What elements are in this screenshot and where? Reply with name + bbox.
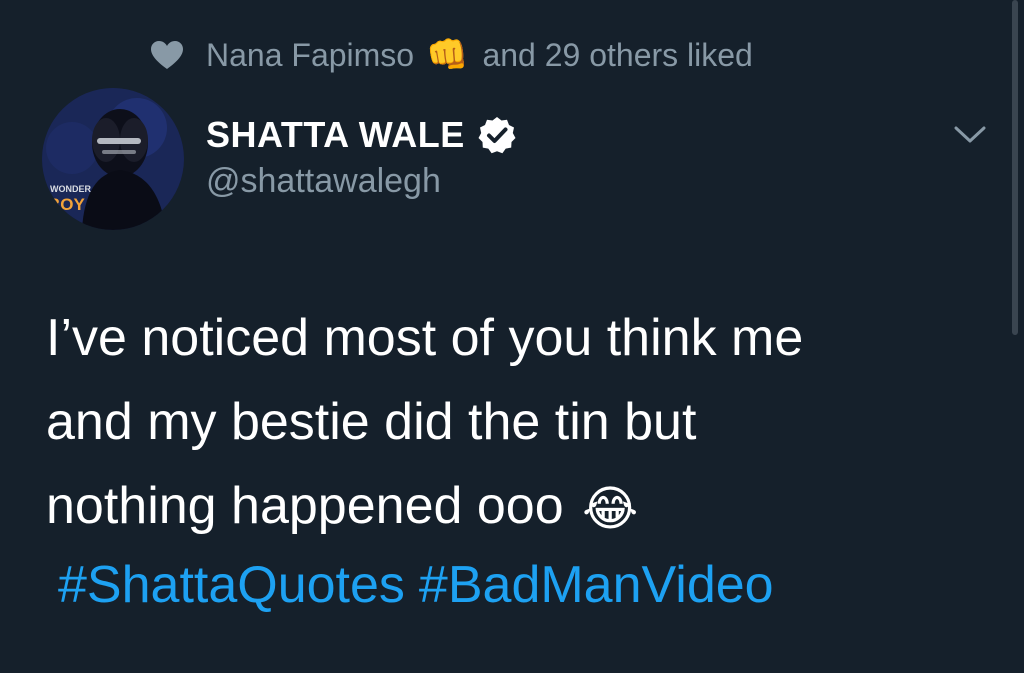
chevron-down-icon[interactable] (950, 118, 990, 150)
avatar[interactable]: WONDER BOY (42, 88, 184, 230)
social-context[interactable]: Nana Fapimso 👊 and 29 others liked (150, 30, 753, 80)
tweet-line-3-text: nothing happened ooo (46, 477, 564, 535)
author-name-row[interactable]: SHATTA WALE (206, 110, 517, 160)
tweet-card[interactable]: Nana Fapimso 👊 and 29 others liked WONDE… (0, 0, 1024, 673)
avatar-text-2: BOY (48, 195, 86, 214)
verified-badge-icon (478, 117, 516, 154)
author-name[interactable]: SHATTA WALE (206, 114, 465, 156)
fist-emoji: 👊 (426, 36, 469, 74)
tweet-line-2: and my bestie did the tin but (46, 393, 697, 451)
author-handle[interactable]: @shattawalegh (206, 162, 441, 201)
likes-suffix: and 29 others liked (482, 36, 753, 73)
tweet-line-1: I’ve noticed most of you think me (46, 309, 804, 367)
tweet-line-3: nothing happened ooo 😂 (46, 464, 976, 552)
heart-icon (151, 41, 183, 69)
hashtag-link[interactable]: #ShattaQuotes (58, 556, 405, 614)
scrollbar[interactable] (1012, 0, 1018, 335)
liker-name[interactable]: Nana Fapimso (206, 37, 414, 74)
hashtags: #ShattaQuotes #BadManVideo (58, 548, 774, 622)
tweet-text: I’ve noticed most of you think me and my… (46, 296, 976, 552)
avatar-text-1: WONDER (50, 184, 91, 194)
hashtag-link[interactable]: #BadManVideo (419, 556, 774, 614)
laughing-emoji: 😂 (582, 483, 639, 536)
